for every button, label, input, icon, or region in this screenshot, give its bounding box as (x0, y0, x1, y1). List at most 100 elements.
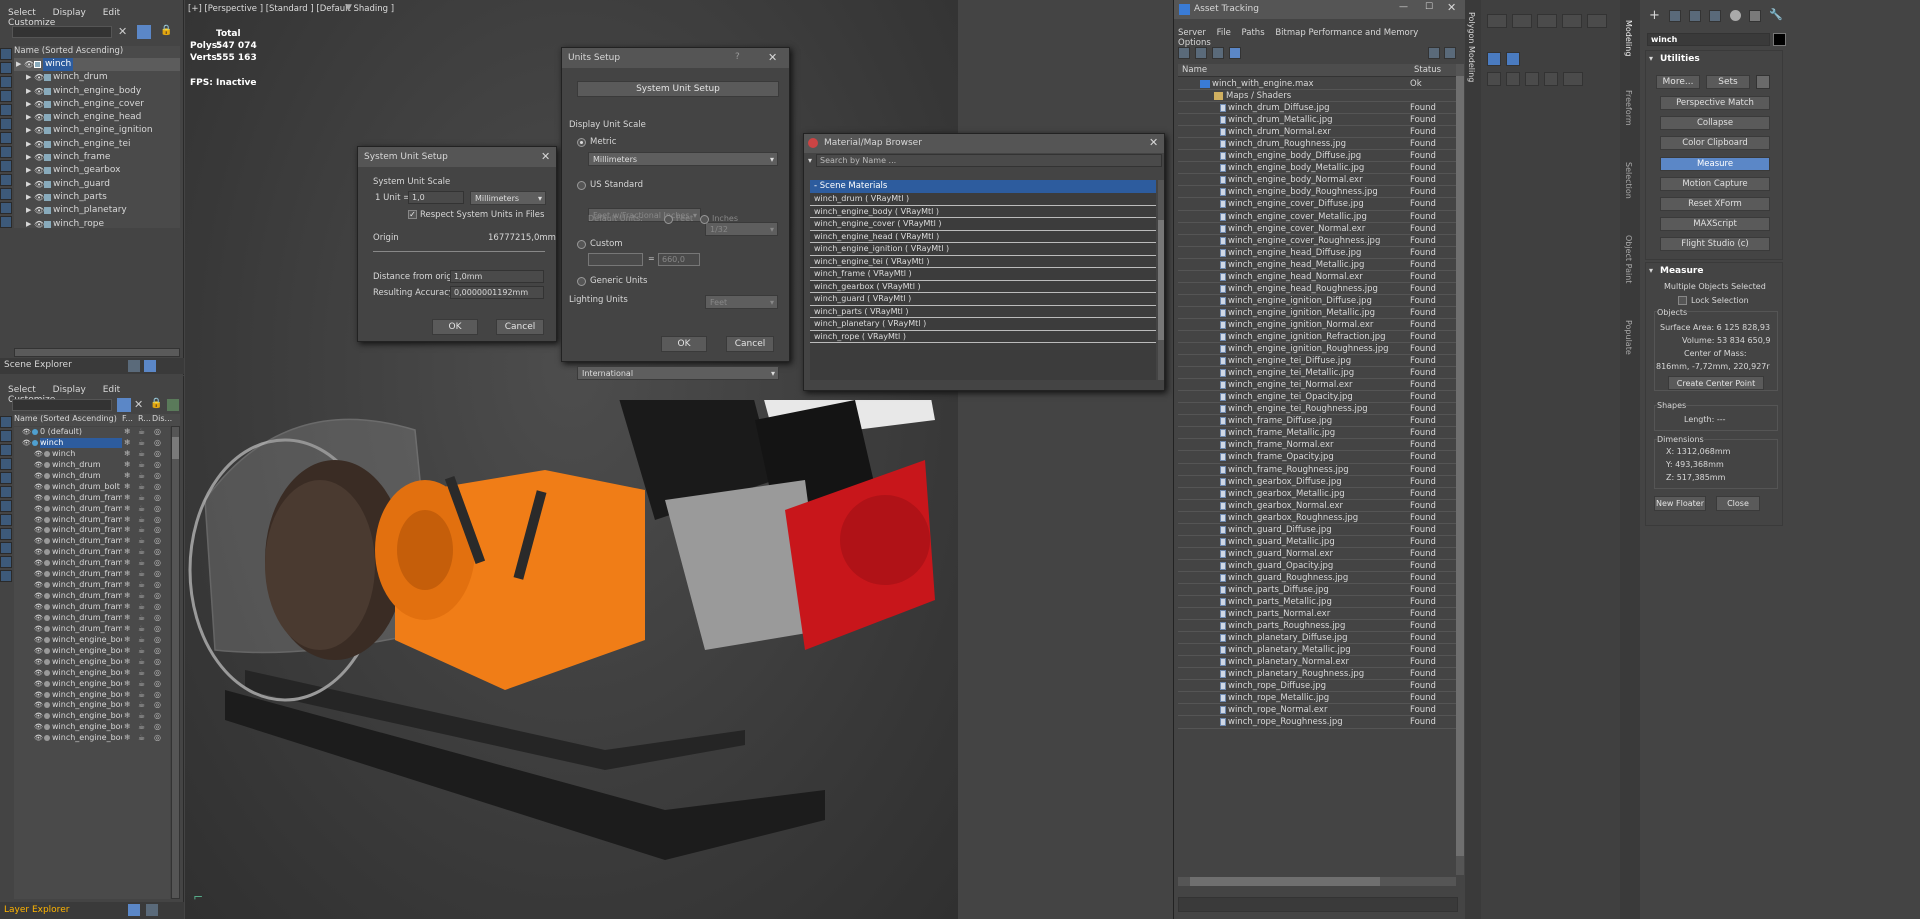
render-icon[interactable]: ☕ (138, 690, 145, 700)
layer-lights-icon[interactable] (0, 458, 12, 470)
layer-search-field[interactable] (12, 399, 112, 411)
layer-geometry-icon[interactable] (0, 430, 12, 442)
at-checkin-icon[interactable] (1211, 47, 1224, 59)
eye-icon[interactable]: 👁 (34, 71, 44, 84)
asset-file-row[interactable]: winch_guard_Opacity.jpg Found (1178, 560, 1456, 572)
asset-file-row[interactable]: winch_parts_Metallic.jpg Found (1178, 596, 1456, 609)
freeze-icon[interactable]: ❄ (124, 471, 131, 481)
display-box-icon[interactable]: ◎ (154, 482, 161, 492)
asset-file-row[interactable]: winch_gearbox_Diffuse.jpg Found (1178, 476, 1456, 488)
render-icon[interactable]: ☕ (138, 700, 145, 710)
lock-icon[interactable]: 🔒 (160, 25, 172, 36)
viewport-filter-icon[interactable]: ▼ (345, 3, 352, 13)
at-menu-bitmap[interactable]: Bitmap Performance and Memory (1275, 28, 1418, 38)
new-floater-button[interactable]: New Floater (1654, 496, 1706, 511)
mmb-search-input[interactable]: Search by Name ... (816, 154, 1162, 167)
render-icon[interactable]: ☕ (138, 482, 145, 492)
expand-arrow-icon[interactable]: ▶ (26, 204, 31, 217)
utility-button-perspective-match[interactable]: Perspective Match (1660, 96, 1770, 110)
asset-file-row[interactable]: winch_parts_Roughness.jpg Found (1178, 620, 1456, 633)
at-menu-paths[interactable]: Paths (1242, 28, 1265, 38)
ribbon-tool-11-icon[interactable] (1543, 72, 1558, 86)
render-icon[interactable]: ☕ (138, 624, 145, 634)
layer-eye-icon[interactable]: 👁 (34, 536, 43, 546)
lighting-units-select[interactable]: International (577, 366, 779, 380)
at-titlebar[interactable]: Asset Tracking — ☐ ✕ (1174, 0, 1465, 19)
render-icon[interactable]: ☕ (138, 635, 145, 645)
ribbon-tool-8-icon[interactable] (1487, 72, 1501, 86)
layer-tree-row[interactable]: 👁 winch_engine_body_...❄ ☕ ◎ (14, 690, 170, 701)
measure-collapse-icon[interactable]: ▾ (1649, 266, 1653, 275)
layer-tree-row[interactable]: 👁 winch_drum ❄ ☕ ◎ (14, 471, 170, 482)
asset-file-row[interactable]: winch_parts_Normal.exr Found (1178, 608, 1456, 621)
layer-cameras-icon[interactable] (0, 472, 12, 484)
hierarchy-tab-icon[interactable] (1689, 10, 1701, 22)
asset-file-row[interactable]: winch_engine_ignition_Normal.exr Found (1178, 319, 1456, 331)
layer-tree-row[interactable]: 👁 winch_engine_body_...❄ ☕ ◎ (14, 679, 170, 690)
freeze-icon[interactable]: ❄ (124, 602, 131, 612)
layer-eye-icon[interactable]: 👁 (34, 733, 43, 743)
layer-tree-row[interactable]: 👁 winch_engine_body_...❄ ☕ ◎ (14, 646, 170, 657)
asset-file-row[interactable]: winch_rope_Normal.exr Found (1178, 704, 1456, 717)
ribbon-tool-4-icon[interactable] (1561, 14, 1582, 28)
layer-eye-icon[interactable]: 👁 (34, 515, 43, 525)
layer-display-icon[interactable] (0, 416, 12, 428)
us-cancel-button[interactable]: Cancel (726, 336, 774, 352)
eye-icon[interactable]: 👁 (34, 98, 44, 111)
sus-titlebar[interactable]: System Unit Setup ✕ (358, 147, 556, 167)
freeze-icon[interactable]: ❄ (124, 635, 131, 645)
at-settings-icon[interactable] (1444, 47, 1456, 59)
sus-distance-value[interactable]: 1,0mm (450, 270, 544, 283)
display-box-icon[interactable]: ◎ (154, 493, 161, 503)
display-box-icon[interactable]: ◎ (154, 624, 161, 634)
at-col-name[interactable]: Name (1182, 65, 1207, 75)
ribbon-tool-9-icon[interactable] (1505, 72, 1520, 86)
layer-frozen-icon[interactable] (0, 570, 12, 582)
eye-icon[interactable]: 👁 (34, 191, 44, 204)
tab-polygon-modeling[interactable]: Polygon Modeling (1467, 12, 1476, 82)
scene-tree-row[interactable]: ▶ 👁 winch (14, 58, 180, 72)
tab-freeform[interactable]: Freeform (1624, 90, 1633, 126)
render-icon[interactable]: ☕ (138, 733, 145, 743)
render-icon[interactable]: ☕ (138, 558, 145, 568)
display-box-icon[interactable]: ◎ (154, 525, 161, 535)
freeze-icon[interactable]: ❄ (124, 690, 131, 700)
render-icon[interactable]: ☕ (138, 438, 145, 448)
asset-file-row[interactable]: winch_rope_Diffuse.jpg Found (1178, 680, 1456, 693)
mmb-scrollbar[interactable] (1158, 180, 1164, 380)
freeze-icon[interactable]: ❄ (124, 460, 131, 470)
utilities-rollout-title[interactable]: Utilities (1660, 54, 1700, 64)
eye-icon[interactable]: 👁 (34, 164, 44, 177)
layer-eye-icon[interactable]: 👁 (34, 547, 43, 557)
render-icon[interactable]: ☕ (138, 602, 145, 612)
display-box-icon[interactable]: ◎ (154, 580, 161, 590)
render-icon[interactable]: ☕ (138, 591, 145, 601)
render-icon[interactable]: ☕ (138, 449, 145, 459)
freeze-icon[interactable]: ❄ (124, 679, 131, 689)
asset-file-row[interactable]: winch_planetary_Diffuse.jpg Found (1178, 632, 1456, 645)
eye-icon[interactable]: 👁 (34, 138, 44, 151)
layer-col-render[interactable]: R... (138, 414, 151, 423)
layer-eye-icon[interactable]: 👁 (34, 591, 43, 601)
at-maps-row[interactable]: Maps / Shaders (1178, 90, 1456, 103)
create-tab-icon[interactable]: + (1649, 8, 1660, 23)
inches-radio[interactable] (700, 215, 709, 224)
utilities-collapse-icon[interactable]: ▾ (1649, 54, 1653, 63)
render-icon[interactable]: ☕ (138, 504, 145, 514)
freeze-icon[interactable]: ❄ (124, 558, 131, 568)
at-close-icon[interactable]: ✕ (1447, 1, 1456, 14)
hierarchy-icon[interactable] (144, 360, 156, 372)
asset-file-row[interactable]: winch_frame_Normal.exr Found (1178, 439, 1456, 452)
asset-file-row[interactable]: winch_parts_Diffuse.jpg Found (1178, 584, 1456, 597)
layer-lock-icon[interactable]: 🔒 (150, 398, 162, 409)
sus-unit-select[interactable]: Millimeters (470, 191, 546, 205)
display-spacewarps-icon[interactable] (0, 146, 12, 158)
asset-file-row[interactable]: winch_engine_ignition_Metallic.jpg Found (1178, 307, 1456, 319)
scene-tree-row[interactable]: ▶ 👁 winch_engine_tei (14, 138, 180, 151)
display-all-icon[interactable] (0, 62, 12, 74)
layer-tree-row[interactable]: 👁 winch_drum ❄ ☕ ◎ (14, 460, 170, 471)
layer-eye-icon[interactable]: 👁 (34, 460, 43, 470)
layer-eye-icon[interactable]: 👁 (34, 722, 43, 732)
asset-file-row[interactable]: winch_engine_cover_Normal.exr Found (1178, 223, 1456, 235)
mmb-close-icon[interactable]: ✕ (1149, 136, 1158, 149)
